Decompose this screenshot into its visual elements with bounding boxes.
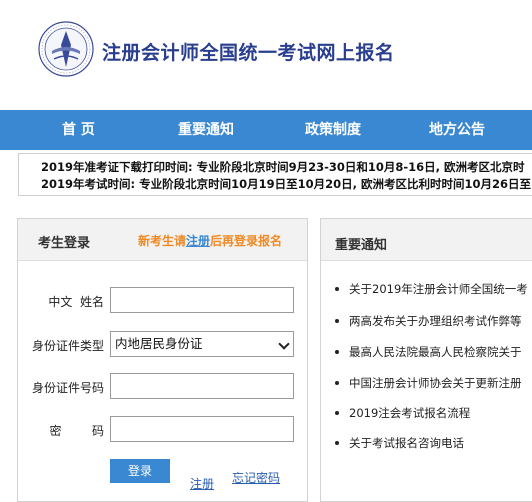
id-type-select[interactable]: 内地居民身份证 (110, 331, 294, 357)
news-item[interactable]: 关于2019年注册会计师全国统一考 (335, 281, 528, 297)
news-item[interactable]: 最高人民法院最高人民检察院关于 (335, 344, 522, 360)
news-item-label: 关于考试报名咨询电话 (349, 436, 464, 450)
news-item-label: 中国注册会计师协会关于更新注册 (349, 376, 522, 390)
cicpa-emblem-icon (38, 21, 94, 77)
news-item[interactable]: 关于考试报名咨询电话 (335, 435, 464, 451)
important-notices-panel: 重要通知 关于2019年注册会计师全国统一考 两高发布关于办理组织考试作弊等 最… (320, 218, 532, 502)
password-input[interactable] (110, 416, 294, 442)
name-label: 中文 姓名 (48, 295, 104, 309)
id-number-input[interactable] (110, 373, 294, 399)
login-panel-title: 考生登录 (38, 236, 91, 251)
nav-local-announcements[interactable]: 地方公告 (429, 110, 485, 150)
register-hint: 新考生请注册后再登录报名 (138, 232, 282, 249)
id-type-label: 身份证件类型 (31, 339, 104, 353)
notice-line-admission-ticket: 2019年准考证下载打印时间: 专业阶段北京时间9月23-30日和10月8-16… (41, 160, 525, 174)
scrolling-notice: 2019年准考证下载打印时间: 专业阶段北京时间9月23-30日和10月8-16… (18, 153, 532, 196)
register-link[interactable]: 注册 (190, 475, 214, 492)
bullet-icon (335, 380, 339, 385)
chevron-down-icon (278, 338, 290, 350)
news-item[interactable]: 两高发布关于办理组织考试作弊等 (335, 313, 522, 329)
login-button[interactable]: 登录 (110, 459, 170, 483)
site-header: 注册会计师全国统一考试网上报名 (0, 0, 532, 110)
notice-line-exam-time: 2019年考试时间: 专业阶段北京时间10月19日至10月20日, 欧洲考区比利… (41, 177, 531, 191)
login-panel-header: 考生登录 新考生请注册后再登录报名 (18, 219, 307, 261)
bullet-icon (335, 410, 339, 415)
login-panel: 考生登录 新考生请注册后再登录报名 中文 姓名 身份证件类型 内地居民身份证 身… (17, 218, 308, 502)
bullet-icon (335, 286, 339, 291)
news-item[interactable]: 2019注会考试报名流程 (335, 405, 470, 421)
site-title: 注册会计师全国统一考试网上报名 (102, 42, 395, 64)
name-input[interactable] (110, 287, 294, 313)
password-label: 密 码 (49, 424, 104, 438)
news-item-label: 2019注会考试报名流程 (349, 406, 471, 420)
news-panel-header: 重要通知 (321, 219, 532, 261)
nav-important-notices[interactable]: 重要通知 (178, 110, 234, 150)
nav-home[interactable]: 首 页 (62, 110, 95, 150)
news-item-label: 关于2019年注册会计师全国统一考 (349, 282, 528, 296)
news-item-label: 最高人民法院最高人民检察院关于 (349, 345, 522, 359)
register-hint-prefix: 新考生请 (138, 234, 187, 248)
forgot-password-link[interactable]: 忘记密码 (232, 469, 280, 486)
main-nav: 首 页 重要通知 政策制度 地方公告 (0, 110, 532, 150)
bullet-icon (335, 349, 339, 354)
bullet-icon (335, 318, 339, 323)
news-item-label: 两高发布关于办理组织考试作弊等 (349, 314, 522, 328)
nav-policies[interactable]: 政策制度 (305, 110, 361, 150)
news-item[interactable]: 中国注册会计师协会关于更新注册 (335, 375, 522, 391)
news-panel-title: 重要通知 (335, 238, 388, 253)
bullet-icon (335, 440, 339, 445)
register-hint-suffix: 后再登录报名 (210, 234, 283, 248)
id-number-label: 身份证件号码 (31, 381, 104, 395)
register-hint-link[interactable]: 注册 (186, 234, 210, 248)
id-type-selected-value: 内地居民身份证 (115, 336, 203, 351)
